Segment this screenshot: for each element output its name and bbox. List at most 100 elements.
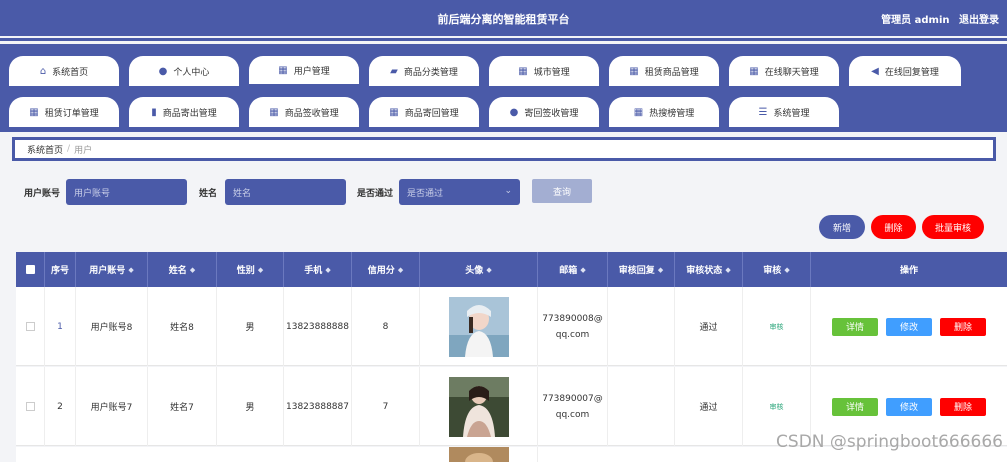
category-icon: ▰: [390, 65, 398, 77]
tab-personal-center[interactable]: ● 个人中心: [129, 56, 239, 86]
tab-category-management[interactable]: ▰ 商品分类管理: [369, 56, 479, 86]
batch-audit-button[interactable]: 批量审核: [922, 215, 984, 239]
audit-link[interactable]: 审核: [770, 402, 784, 412]
breadcrumb-current: 用户: [74, 145, 93, 156]
add-button[interactable]: 新增: [819, 215, 865, 239]
row-gender: 男: [217, 367, 284, 446]
search-button[interactable]: 查询: [532, 179, 592, 203]
sort-icon: ◆: [257, 265, 264, 274]
row-name: 姓名8: [148, 287, 217, 366]
grid-icon: ▦: [633, 106, 644, 118]
row-account: 用户账号8: [76, 287, 148, 366]
top-bar: 前后端分离的智能租赁平台 管理员 admin 退出登录: [0, 0, 1007, 36]
logout-link[interactable]: 退出登录: [959, 15, 999, 26]
tab-hot-search-management[interactable]: ▦ 热搜榜管理: [609, 97, 719, 127]
delete-button[interactable]: 删除: [871, 215, 916, 239]
bar-chart-icon: ▮: [151, 106, 157, 118]
grid-icon: ▦: [29, 106, 39, 118]
breadcrumb: 系统首页 / 用户: [12, 137, 996, 161]
person-icon: ●: [158, 65, 168, 77]
row-phone: 13823888888: [284, 287, 352, 366]
header-audit[interactable]: 审核 ◆: [743, 252, 811, 287]
tab-reply-management[interactable]: ◀ 在线回复管理: [849, 56, 961, 86]
row-email: 773890008@qq.com: [538, 287, 608, 366]
header-avatar[interactable]: 头像 ◆: [420, 252, 538, 287]
row-index: 1: [45, 287, 76, 366]
header-phone[interactable]: 手机 ◆: [284, 252, 352, 287]
header-credit[interactable]: 信用分 ◆: [352, 252, 420, 287]
passed-select[interactable]: 是否通过 ⌄: [399, 179, 520, 205]
row-name: 姓名7: [148, 367, 217, 446]
row-operations: 详情 修改 删除: [811, 287, 1007, 366]
row-checkbox[interactable]: [25, 402, 35, 411]
tab-city-management[interactable]: ▦ 城市管理: [489, 56, 599, 86]
breadcrumb-home[interactable]: 系统首页: [27, 143, 63, 156]
sort-icon: ◆: [784, 265, 790, 274]
grid-icon: ▦: [389, 106, 399, 118]
row-audit-status: 通过: [675, 287, 743, 366]
header-gender[interactable]: 性别 ◆: [217, 252, 284, 287]
row-audit-status: 通过: [675, 367, 743, 446]
select-all-checkbox[interactable]: [25, 265, 35, 274]
header-operations: 操作: [899, 266, 918, 276]
tab-return-sign-management[interactable]: ● 寄回签收管理: [489, 97, 599, 127]
tab-user-management[interactable]: ▦ 用户管理: [249, 56, 359, 86]
sort-icon: ◆: [397, 265, 404, 274]
grid-icon: ▦: [269, 106, 279, 118]
tab-return-management[interactable]: ▦ 商品寄回管理: [369, 97, 479, 127]
account-filter-label: 用户账号: [24, 189, 61, 199]
sort-icon: ◆: [128, 265, 134, 274]
tab-chat-management[interactable]: ▦ 在线聊天管理: [729, 56, 839, 86]
tab-home[interactable]: ⌂ 系统首页: [9, 56, 119, 86]
avatar-image: [448, 376, 509, 437]
row-phone: 13823888887: [284, 367, 352, 446]
header-email[interactable]: 邮箱 ◆: [538, 252, 608, 287]
grid-icon: ▦: [518, 65, 528, 77]
name-filter-label: 姓名: [199, 189, 218, 199]
sort-icon: ◆: [580, 265, 586, 274]
header-audit-reply[interactable]: 审核回复 ◆: [608, 252, 675, 287]
detail-button[interactable]: 详情: [832, 397, 878, 416]
tab-system-management[interactable]: ☰ 系统管理: [729, 97, 839, 127]
row-audit-reply: [608, 287, 675, 366]
row-delete-button[interactable]: 删除: [940, 397, 986, 416]
grid-icon: ▦: [629, 65, 639, 77]
chevron-down-icon: ⌄: [504, 186, 512, 196]
settings-icon: ☰: [758, 106, 768, 118]
sort-icon: ◆: [189, 265, 196, 274]
account-input[interactable]: 用户账号: [66, 179, 187, 205]
edit-button[interactable]: 修改: [886, 397, 932, 416]
row-delete-button[interactable]: 删除: [940, 317, 986, 336]
user-area: 管理员 admin 退出登录: [875, 11, 999, 26]
row-credit: 8: [352, 287, 420, 366]
header-account[interactable]: 用户账号 ◆: [76, 252, 148, 287]
name-input[interactable]: 姓名: [225, 179, 346, 205]
header-name[interactable]: 姓名 ◆: [148, 252, 217, 287]
header-divider: [0, 38, 1007, 41]
sort-icon: ◆: [325, 265, 331, 274]
header-audit-status[interactable]: 审核状态 ◆: [675, 252, 743, 287]
breadcrumb-separator: /: [67, 144, 71, 154]
table-header: 序号 用户账号 ◆ 姓名 ◆ 性别 ◆ 手机 ◆ 信用分 ◆ 头像 ◆ 邮箱 ◆ 审核回复 ◆ …: [16, 252, 1007, 287]
select-all-cell: [16, 252, 45, 287]
tab-ship-out-management[interactable]: ▮ 商品寄出管理: [129, 97, 239, 127]
row-gender: 男: [217, 287, 284, 366]
row-index: 2: [45, 367, 76, 446]
table-row: 1 用户账号8 姓名8 男 13823888888 8 773890008@qq…: [16, 287, 1007, 366]
row-checkbox[interactable]: [25, 322, 35, 331]
sort-icon: ◆: [725, 265, 731, 274]
tab-sign-management[interactable]: ▦ 商品签收管理: [249, 97, 359, 127]
edit-button[interactable]: 修改: [886, 317, 932, 336]
row-account: 用户账号7: [76, 367, 148, 446]
tab-rental-goods-management[interactable]: ▦ 租赁商品管理: [609, 56, 719, 86]
row-email: 773890007@qq.com: [538, 367, 608, 446]
audit-link[interactable]: 审核: [770, 322, 784, 332]
sort-icon: ◆: [657, 265, 664, 274]
detail-button[interactable]: 详情: [832, 317, 878, 336]
grid-icon: ▦: [278, 64, 288, 76]
app-title: 前后端分离的智能租赁平台: [437, 13, 570, 26]
filter-bar: 用户账号 用户账号 姓名 姓名 是否通过 是否通过 ⌄ 查询: [0, 179, 1007, 205]
tab-rental-order-management[interactable]: ▦ 租赁订单管理: [9, 97, 119, 127]
avatar-image: [448, 296, 509, 357]
sort-icon: ◆: [486, 265, 492, 274]
